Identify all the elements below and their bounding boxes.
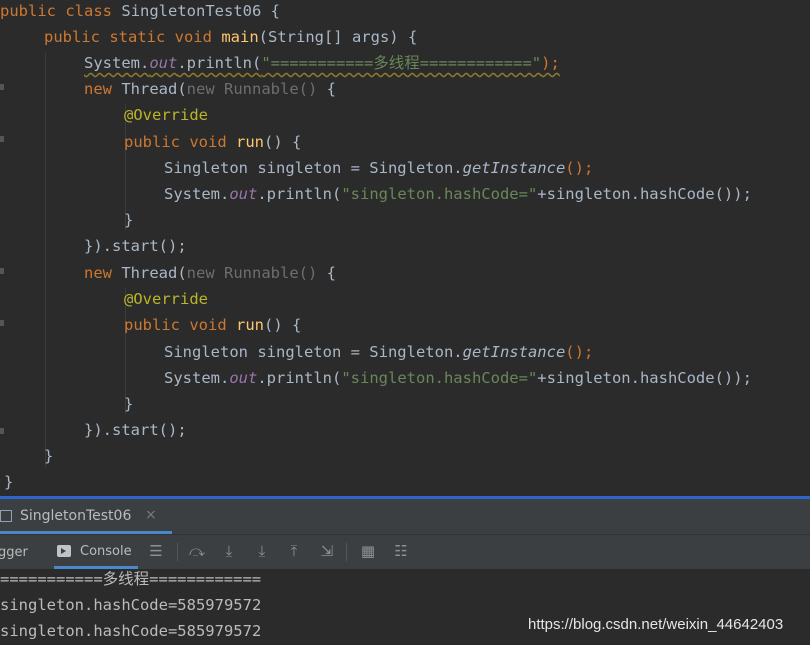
run-config-tab[interactable]: SingletonTest06 × bbox=[0, 499, 172, 534]
menu-lines-icon[interactable]: ☰ bbox=[147, 542, 165, 560]
code-line[interactable]: new Thread(new Runnable() { bbox=[84, 260, 336, 286]
code-line[interactable]: Singleton singleton = Singleton.getInsta… bbox=[164, 339, 593, 365]
code-line[interactable]: } bbox=[44, 443, 53, 469]
code-line[interactable]: }).start(); bbox=[84, 233, 187, 259]
code-line[interactable]: public void run() { bbox=[124, 312, 301, 338]
close-icon[interactable]: × bbox=[145, 507, 157, 523]
run-tab-label: SingletonTest06 bbox=[20, 508, 132, 524]
code-line[interactable]: } bbox=[124, 207, 133, 233]
fold-marker-icon[interactable] bbox=[0, 320, 4, 326]
step-out-icon[interactable]: ⤒ bbox=[285, 542, 303, 560]
fold-marker-icon[interactable] bbox=[0, 428, 4, 434]
fold-marker-icon[interactable] bbox=[0, 268, 4, 274]
indent-guide bbox=[45, 52, 46, 468]
step-into-icon[interactable]: ⤓ bbox=[253, 542, 271, 560]
fold-marker-icon[interactable] bbox=[0, 84, 4, 90]
console-output[interactable]: ===========多线程============ singleton.has… bbox=[0, 569, 810, 645]
code-line[interactable]: Singleton singleton = Singleton.getInsta… bbox=[164, 155, 593, 181]
code-line[interactable]: System.out.println("===========多线程======… bbox=[84, 50, 560, 76]
run-tab-bar: SingletonTest06 × bbox=[0, 499, 810, 535]
fold-marker-icon[interactable] bbox=[0, 136, 4, 142]
code-line[interactable]: public void run() { bbox=[124, 129, 301, 155]
code-line[interactable]: System.out.println("singleton.hashCode="… bbox=[164, 181, 752, 207]
run-to-cursor-icon[interactable]: ⇲ bbox=[318, 542, 336, 560]
run-window-icon bbox=[0, 510, 12, 522]
tab-console[interactable]: Console bbox=[54, 535, 138, 569]
console-toolbar: gger Console ☰ ⤼ ⤓ ⤓ ⤒ ⇲ ▦ ☷ bbox=[0, 535, 810, 569]
console-tab-label: Console bbox=[80, 544, 132, 559]
console-icon bbox=[57, 545, 71, 557]
tab-debugger[interactable]: gger bbox=[0, 545, 28, 560]
console-line: singleton.hashCode=585979572 bbox=[0, 622, 262, 640]
console-line: singleton.hashCode=585979572 bbox=[0, 596, 262, 614]
show-execution-point-icon[interactable]: ⤼ bbox=[188, 542, 206, 560]
code-editor[interactable]: public class SingletonTest06 { public st… bbox=[0, 0, 810, 496]
code-line[interactable]: public class SingletonTest06 { bbox=[0, 0, 280, 24]
step-over-icon[interactable]: ⤓ bbox=[220, 542, 238, 560]
code-line[interactable]: }).start(); bbox=[84, 417, 187, 443]
console-line: ===========多线程============ bbox=[0, 570, 262, 588]
code-line[interactable]: @Override bbox=[124, 102, 208, 128]
code-line[interactable]: @Override bbox=[124, 286, 208, 312]
code-line[interactable]: public static void main(String[] args) { bbox=[44, 24, 417, 50]
code-line[interactable]: System.out.println("singleton.hashCode="… bbox=[164, 365, 752, 391]
trace-settings-icon[interactable]: ☷ bbox=[392, 542, 410, 560]
code-line[interactable]: } bbox=[124, 391, 133, 417]
evaluate-expression-icon[interactable]: ▦ bbox=[359, 542, 377, 560]
watermark-url: https://blog.csdn.net/weixin_44642403 bbox=[528, 616, 784, 633]
toolbar-separator bbox=[346, 543, 347, 561]
code-line[interactable]: } bbox=[4, 469, 13, 495]
code-line[interactable]: new Thread(new Runnable() { bbox=[84, 76, 336, 102]
toolbar-separator bbox=[177, 543, 178, 561]
